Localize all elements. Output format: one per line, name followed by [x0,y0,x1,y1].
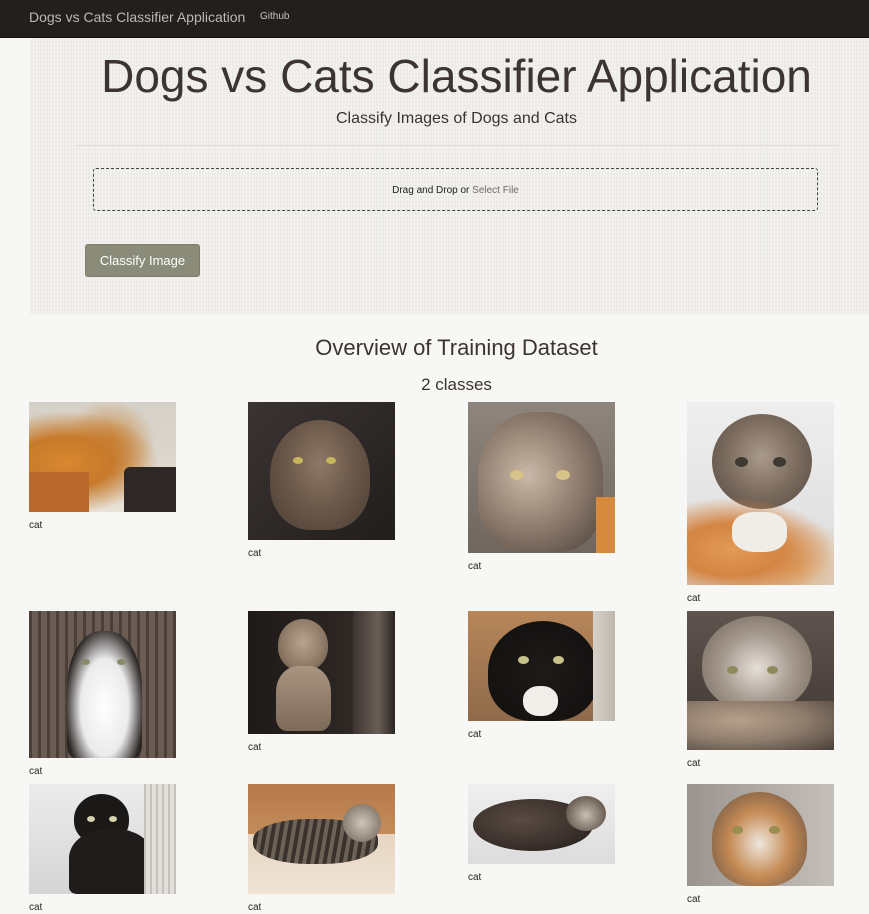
gallery-item: cat [687,402,834,605]
gallery-label: cat [468,729,482,740]
gallery-label: cat [468,872,482,883]
gallery-item: cat [248,784,395,914]
cat-photo [468,402,615,553]
select-file-link[interactable]: Select File [472,185,519,196]
file-dropzone[interactable]: Drag and Drop or Select File [93,168,818,211]
gallery-item: cat [248,611,395,754]
gallery-item: cat [687,611,834,770]
cat-photo [248,784,395,894]
gallery-label: cat [687,593,701,604]
page-subtitle: Classify Images of Dogs and Cats [336,110,577,127]
gallery-item: cat [468,402,615,573]
cat-photo [248,402,395,540]
gallery-label: cat [29,520,43,531]
cat-photo [687,784,834,886]
cat-photo [29,611,176,758]
classes-count: 2 classes [421,375,492,394]
gallery-item: cat [687,784,834,906]
divider [78,145,838,146]
gallery-item: cat [468,611,615,741]
gallery-item: cat [29,784,176,914]
gallery-label: cat [29,902,43,913]
classify-image-button[interactable]: Classify Image [85,244,200,277]
gallery-item: cat [29,611,176,778]
gallery-label: cat [248,548,262,559]
cat-photo [468,784,615,864]
cat-photo [468,611,615,721]
gallery-label: cat [248,902,262,913]
gallery-label: cat [468,561,482,572]
overview-title: Overview of Training Dataset [315,335,598,360]
dropzone-text: Drag and Drop or [392,185,473,196]
gallery-item: cat [248,402,395,560]
gallery-item: cat [468,784,615,884]
cat-photo [248,611,395,734]
cat-photo [687,611,834,750]
cat-photo [29,784,176,894]
cat-photo [687,402,834,585]
navbar: Dogs vs Cats Classifier Application Gith… [0,0,869,38]
page-title: Dogs vs Cats Classifier Application [101,50,812,102]
nav-link-github[interactable]: Github [260,11,289,23]
gallery-label: cat [248,742,262,753]
cat-photo [29,402,176,512]
gallery-label: cat [687,894,701,905]
gallery-item: cat [29,402,176,532]
gallery-label: cat [29,766,43,777]
gallery-label: cat [687,758,701,769]
navbar-brand[interactable]: Dogs vs Cats Classifier Application [29,9,245,25]
